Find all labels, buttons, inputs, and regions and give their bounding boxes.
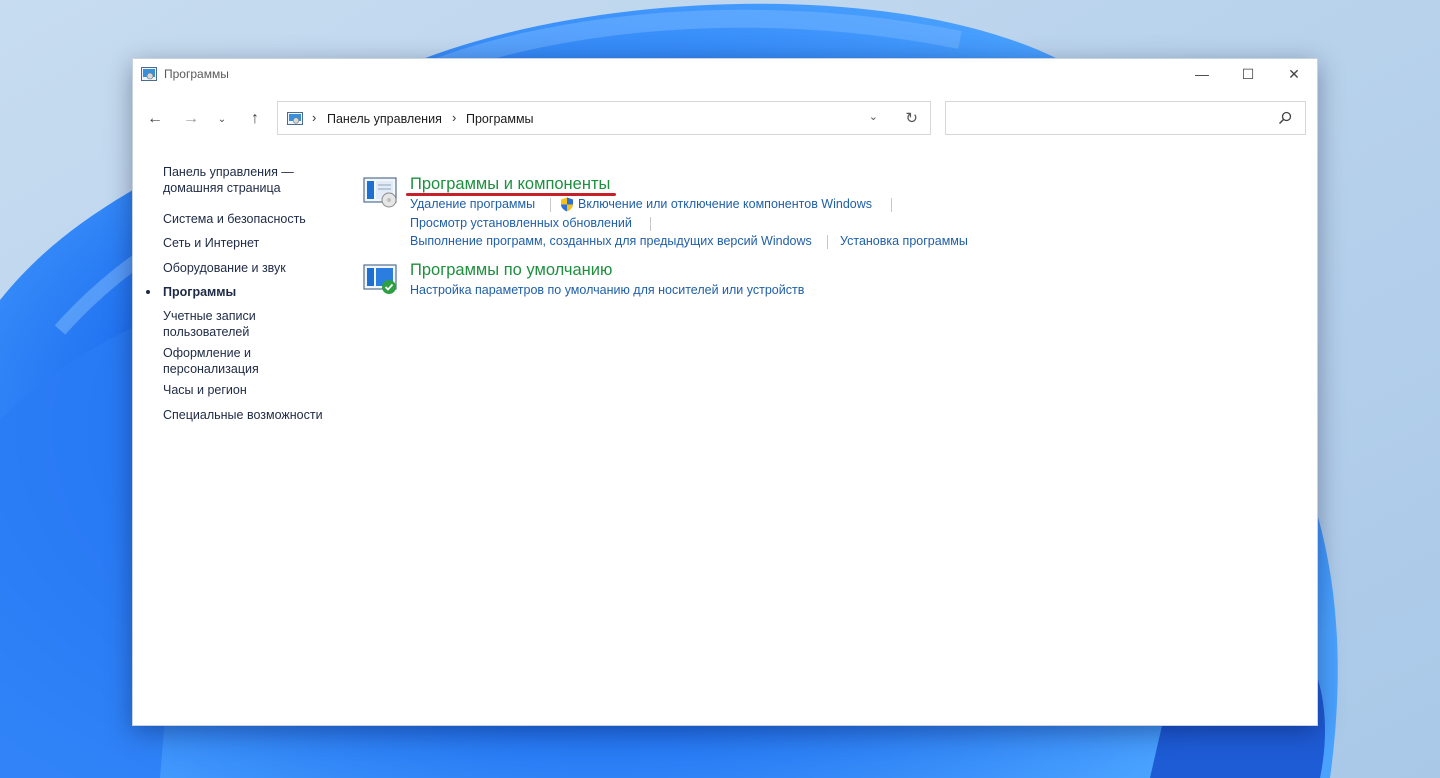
- breadcrumb-separator: ›: [452, 110, 457, 125]
- sidebar-item-label: Программы: [163, 285, 237, 299]
- control-panel-icon: [141, 67, 157, 81]
- link-divider: [891, 198, 892, 212]
- close-button[interactable]: ✕: [1271, 59, 1317, 89]
- sidebar-item-label: Специальные возможности: [163, 408, 323, 422]
- programs-features-icon[interactable]: [363, 176, 399, 208]
- sidebar-item-label: пользователей: [163, 325, 250, 339]
- address-bar[interactable]: › Панель управления › Программы ⌄ ↻: [277, 101, 931, 135]
- sidebar-item-accessibility[interactable]: Специальные возможности: [163, 407, 338, 423]
- search-input[interactable]: [954, 109, 1268, 129]
- sidebar-item-label: Учетные записи: [163, 309, 256, 323]
- install-program-link[interactable]: Установка программы: [840, 234, 968, 248]
- search-icon[interactable]: [1277, 110, 1293, 126]
- forward-button[interactable]: →: [177, 101, 205, 137]
- back-button[interactable]: ←: [141, 101, 169, 137]
- up-button[interactable]: ↑: [241, 101, 269, 137]
- default-programs-link[interactable]: Программы по умолчанию: [410, 261, 612, 280]
- link-divider: [650, 217, 651, 231]
- minimize-button[interactable]: —: [1179, 59, 1225, 89]
- link-divider: [827, 235, 828, 249]
- control-panel-icon: [287, 112, 303, 125]
- sidebar-item-network-internet[interactable]: Сеть и Интернет: [163, 235, 338, 251]
- sidebar-item-hardware-sound[interactable]: Оборудование и звук: [163, 260, 338, 276]
- breadcrumb-control-panel[interactable]: Панель управления: [327, 112, 442, 126]
- sidebar-item-label: Оборудование и звук: [163, 261, 286, 275]
- sidebar-item-label: Панель управления —: [163, 165, 294, 179]
- uninstall-program-link[interactable]: Удаление программы: [410, 197, 535, 211]
- sidebar-item-programs[interactable]: Программы: [146, 284, 338, 300]
- sidebar-item-clock-region[interactable]: Часы и регион: [163, 382, 338, 398]
- sidebar-item-control-panel-home[interactable]: Панель управления — домашняя страница: [163, 164, 338, 196]
- breadcrumb-programs[interactable]: Программы: [466, 112, 534, 126]
- link-divider: [550, 198, 551, 212]
- current-item-bullet: [146, 290, 150, 294]
- sidebar-item-user-accounts[interactable]: Учетные записи пользователей: [163, 308, 338, 340]
- control-panel-window: Программы — ☐ ✕ ← → ⌄ ↑ › Панель управле…: [132, 58, 1318, 726]
- search-box[interactable]: [945, 101, 1306, 135]
- programs-features-link[interactable]: Программы и компоненты: [410, 175, 610, 194]
- navigation-bar: ← → ⌄ ↑ › Панель управления › Программы …: [133, 101, 1317, 137]
- sidebar-item-label: Система и безопасность: [163, 212, 306, 226]
- sidebar-item-appearance[interactable]: Оформление и персонализация: [163, 345, 338, 377]
- sidebar-item-label: Часы и регион: [163, 383, 247, 397]
- breadcrumb-separator: ›: [312, 110, 317, 125]
- refresh-icon[interactable]: ↻: [905, 109, 918, 127]
- turn-windows-features-link[interactable]: Включение или отключение компонентов Win…: [578, 197, 872, 211]
- sidebar-item-label: Сеть и Интернет: [163, 236, 260, 250]
- default-programs-icon[interactable]: [363, 263, 399, 295]
- highlight-underline: [406, 193, 616, 196]
- view-installed-updates-link[interactable]: Просмотр установленных обновлений: [410, 216, 632, 230]
- sidebar-item-label: домашняя страница: [163, 181, 281, 195]
- chevron-down-icon[interactable]: ⌄: [869, 110, 878, 123]
- title-bar[interactable]: Программы — ☐ ✕: [133, 59, 1317, 91]
- run-older-programs-link[interactable]: Выполнение программ, созданных для преды…: [410, 234, 812, 248]
- maximize-button[interactable]: ☐: [1225, 59, 1271, 89]
- set-default-media-link[interactable]: Настройка параметров по умолчанию для но…: [410, 283, 804, 297]
- window-title: Программы: [164, 67, 229, 81]
- sidebar-item-label: Оформление и: [163, 346, 252, 360]
- recent-locations-button[interactable]: ⌄: [211, 101, 233, 137]
- sidebar-item-system-security[interactable]: Система и безопасность: [163, 211, 338, 227]
- sidebar-item-label: персонализация: [163, 362, 259, 376]
- uac-shield-icon: [561, 197, 573, 212]
